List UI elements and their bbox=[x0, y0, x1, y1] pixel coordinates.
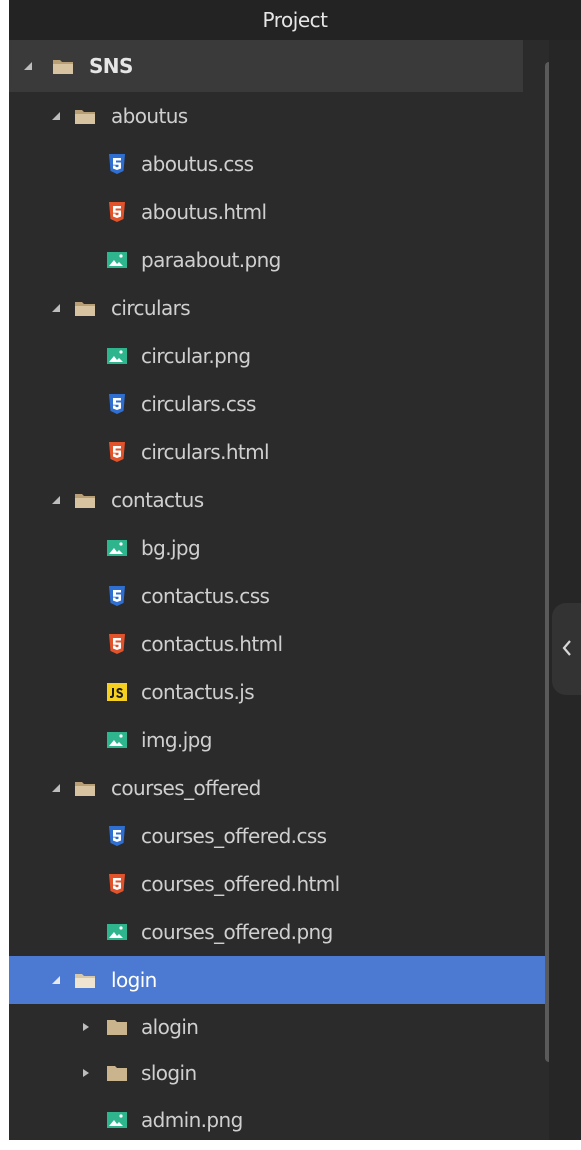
folder-label: aboutus bbox=[111, 104, 188, 128]
tree-folder-courses-offered[interactable]: courses_offered bbox=[9, 764, 549, 812]
tree-file-circulars-html[interactable]: circulars.html bbox=[9, 428, 549, 476]
tree-file-paraabout-png[interactable]: paraabout.png bbox=[9, 236, 549, 284]
caret-right-icon[interactable] bbox=[79, 1066, 93, 1080]
tree-file-aboutus-css[interactable]: aboutus.css bbox=[9, 140, 549, 188]
tree-folder-login[interactable]: login bbox=[9, 956, 549, 1004]
folder-open-icon bbox=[75, 782, 95, 796]
tree-file-circular-png[interactable]: circular.png bbox=[9, 332, 549, 380]
caret-right-icon[interactable] bbox=[79, 1020, 93, 1034]
file-label: aboutus.css bbox=[141, 152, 254, 176]
image-icon bbox=[107, 924, 127, 940]
folder-open-icon bbox=[75, 494, 95, 508]
tree-folder-slogin[interactable]: slogin bbox=[9, 1050, 549, 1096]
folder-label: alogin bbox=[141, 1015, 199, 1039]
css3-icon bbox=[109, 826, 125, 846]
image-icon bbox=[107, 348, 127, 364]
css3-icon bbox=[109, 154, 125, 174]
tree-file-courses-offered-css[interactable]: courses_offered.css bbox=[9, 812, 549, 860]
file-label: circular.png bbox=[141, 344, 251, 368]
tree-folder-aboutus[interactable]: aboutus bbox=[9, 92, 549, 140]
folder-label: login bbox=[111, 968, 157, 992]
file-label: circulars.css bbox=[141, 392, 256, 416]
tree-folder-contactus[interactable]: contactus bbox=[9, 476, 549, 524]
image-icon bbox=[107, 1112, 127, 1128]
folder-open-icon bbox=[53, 60, 73, 74]
file-label: circulars.html bbox=[141, 440, 270, 464]
css3-icon bbox=[109, 394, 125, 414]
file-label: img.jpg bbox=[141, 728, 212, 752]
collapse-panel-button[interactable] bbox=[552, 603, 581, 695]
file-tree: SNS aboutus aboutus.css aboutus.html par… bbox=[9, 40, 549, 1144]
image-icon bbox=[107, 540, 127, 556]
folder-open-icon bbox=[75, 302, 95, 316]
bottom-margin bbox=[0, 1140, 581, 1150]
editor-edge bbox=[549, 40, 581, 1150]
caret-down-icon[interactable] bbox=[49, 301, 63, 315]
html5-icon bbox=[109, 202, 125, 222]
tree-file-circulars-css[interactable]: circulars.css bbox=[9, 380, 549, 428]
file-label: contactus.js bbox=[141, 680, 255, 704]
tree-root-sns[interactable]: SNS bbox=[9, 40, 523, 92]
folder-label: circulars bbox=[111, 296, 191, 320]
js-icon bbox=[107, 683, 127, 701]
caret-down-icon[interactable] bbox=[49, 493, 63, 507]
html5-icon bbox=[109, 874, 125, 894]
chevron-left-icon bbox=[562, 640, 571, 656]
caret-down-icon[interactable] bbox=[49, 973, 63, 987]
tree-file-contactus-js[interactable]: contactus.js bbox=[9, 668, 549, 716]
folder-label: courses_offered bbox=[111, 776, 261, 800]
panel-title: Project bbox=[9, 0, 581, 40]
folder-open-icon bbox=[75, 110, 95, 124]
file-label: aboutus.html bbox=[141, 200, 267, 224]
image-icon bbox=[107, 732, 127, 748]
tree-folder-alogin[interactable]: alogin bbox=[9, 1004, 549, 1050]
file-label: admin.png bbox=[141, 1108, 243, 1132]
file-label: courses_offered.css bbox=[141, 824, 327, 848]
file-label: contactus.css bbox=[141, 584, 270, 608]
folder-icon bbox=[107, 1020, 127, 1035]
tree-file-courses-offered-png[interactable]: courses_offered.png bbox=[9, 908, 549, 956]
project-panel: Project SNS aboutus aboutus.css aboutus.… bbox=[9, 0, 581, 1150]
html5-icon bbox=[109, 442, 125, 462]
tree-file-img-jpg[interactable]: img.jpg bbox=[9, 716, 549, 764]
tree-folder-circulars[interactable]: circulars bbox=[9, 284, 549, 332]
tree-file-bg-jpg[interactable]: bg.jpg bbox=[9, 524, 549, 572]
tree-file-contactus-css[interactable]: contactus.css bbox=[9, 572, 549, 620]
html5-icon bbox=[109, 634, 125, 654]
tree-file-admin-png[interactable]: admin.png bbox=[9, 1096, 549, 1144]
css3-icon bbox=[109, 586, 125, 606]
folder-label: contactus bbox=[111, 488, 204, 512]
file-label: bg.jpg bbox=[141, 536, 201, 560]
file-label: courses_offered.png bbox=[141, 920, 333, 944]
caret-down-icon[interactable] bbox=[49, 781, 63, 795]
caret-down-icon[interactable] bbox=[49, 109, 63, 123]
file-label: courses_offered.html bbox=[141, 872, 340, 896]
folder-label: slogin bbox=[141, 1061, 197, 1085]
folder-label: SNS bbox=[89, 54, 133, 78]
tree-file-courses-offered-html[interactable]: courses_offered.html bbox=[9, 860, 549, 908]
folder-open-icon bbox=[75, 974, 95, 988]
file-label: paraabout.png bbox=[141, 248, 281, 272]
file-label: contactus.html bbox=[141, 632, 283, 656]
tree-file-aboutus-html[interactable]: aboutus.html bbox=[9, 188, 549, 236]
image-icon bbox=[107, 252, 127, 268]
caret-down-icon[interactable] bbox=[21, 59, 35, 73]
folder-icon bbox=[107, 1066, 127, 1081]
tree-file-contactus-html[interactable]: contactus.html bbox=[9, 620, 549, 668]
